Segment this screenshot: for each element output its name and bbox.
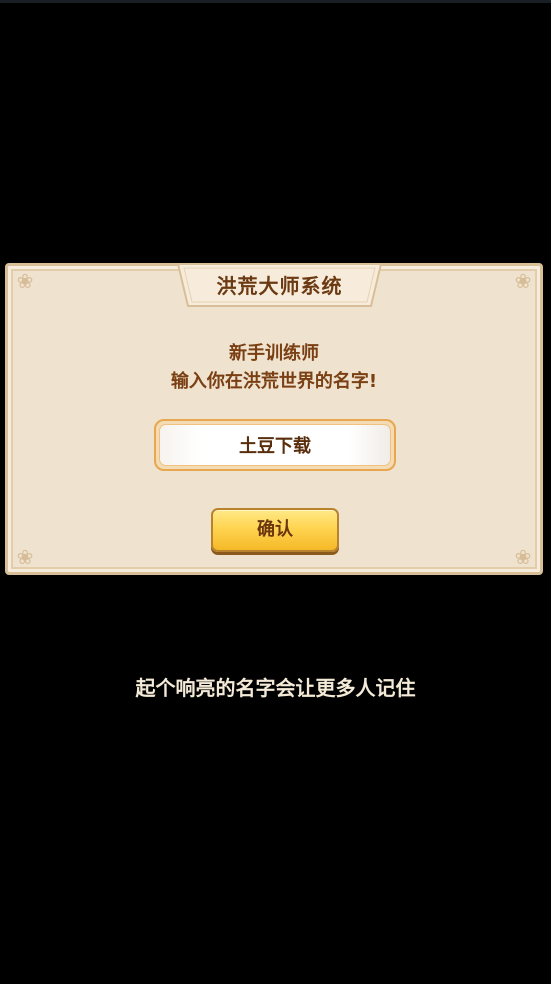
dialog-title-tab: 洪荒大师系统 — [176, 260, 383, 310]
dialog-title: 洪荒大师系统 — [216, 274, 343, 298]
cloud-scroll-icon: ❀ — [514, 545, 532, 569]
prompt-subtitle: 新手训练师 — [229, 343, 319, 364]
cloud-scroll-icon: ❀ — [16, 269, 34, 293]
game-screen: ❀ ❀ ❀ ❀ 洪荒大师系统 新手训练师 输入你在洪荒世界的名字! 确认 起个响… — [0, 0, 551, 984]
name-input-frame — [154, 419, 396, 471]
name-entry-dialog: ❀ ❀ ❀ ❀ 洪荒大师系统 新手训练师 输入你在洪荒世界的名字! 确认 — [5, 263, 543, 575]
status-strip — [0, 0, 551, 3]
confirm-button[interactable]: 确认 — [211, 508, 339, 552]
hint-text: 起个响亮的名字会让更多人记住 — [135, 676, 416, 700]
cloud-scroll-icon: ❀ — [16, 545, 34, 569]
prompt-instruction: 输入你在洪荒世界的名字! — [170, 371, 378, 392]
cloud-scroll-icon: ❀ — [514, 269, 532, 293]
name-input[interactable] — [159, 424, 391, 466]
